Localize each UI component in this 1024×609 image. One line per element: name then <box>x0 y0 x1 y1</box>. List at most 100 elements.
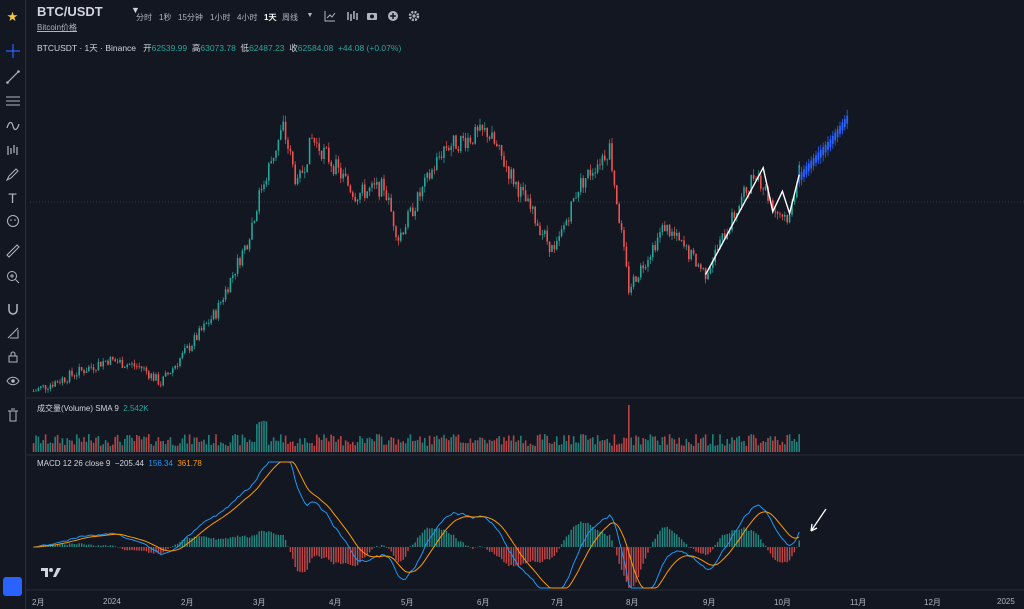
macd-hist-bar <box>685 543 688 547</box>
volume-bar <box>349 444 352 452</box>
macd-hist-bar <box>630 547 632 588</box>
volume-bar <box>414 440 416 452</box>
macd-hist-bar <box>529 547 532 562</box>
macd-hist-bar <box>474 546 476 548</box>
volume-bar <box>426 445 428 452</box>
macd-hist-bar <box>277 534 280 547</box>
volume-bar <box>42 440 44 452</box>
candle-body <box>44 385 47 390</box>
candle-body <box>222 299 224 303</box>
candle-body <box>392 211 395 227</box>
macd-hist-bar <box>335 547 337 563</box>
macd-hist-bar <box>145 547 148 552</box>
candle-body <box>508 166 510 179</box>
candle-body <box>215 310 217 319</box>
x-tick-label: 7月 <box>551 598 564 607</box>
volume-bar <box>32 443 35 452</box>
tradingview-logo[interactable] <box>40 565 62 581</box>
macd-hist-bar <box>263 531 265 547</box>
macd-hist-bar <box>373 547 376 548</box>
candle-body <box>428 172 431 179</box>
volume-bar <box>635 435 637 452</box>
projection-body <box>839 125 841 134</box>
macd-hist-bar <box>510 547 512 565</box>
macd-hist-bar <box>788 547 791 561</box>
candle-body <box>476 126 479 131</box>
volume-bar <box>169 437 172 452</box>
volume-bar <box>385 444 388 452</box>
volume-bar <box>568 435 570 452</box>
volume-bar <box>445 438 448 452</box>
volume-bar <box>35 435 37 452</box>
candle-body <box>239 258 241 266</box>
volume-bar <box>772 440 774 452</box>
macd-hist-bar <box>210 538 212 547</box>
volume-bar <box>577 442 580 452</box>
macd-hist-bar <box>114 546 116 547</box>
volume-bar <box>541 439 544 452</box>
candle-body <box>774 211 776 213</box>
volume-bar <box>335 441 337 452</box>
volume-bar <box>193 437 196 452</box>
candle-body <box>412 207 414 217</box>
macd-hist-bar <box>133 547 136 551</box>
volume-bar <box>517 440 520 452</box>
volume-bar <box>318 437 320 452</box>
macd-hist-bar <box>400 547 402 562</box>
volume-bar <box>188 434 191 452</box>
volume-bar <box>328 441 330 452</box>
volume-bar <box>460 442 462 452</box>
candle-body <box>64 377 66 382</box>
candle-body <box>265 180 268 185</box>
candle-body <box>54 381 56 387</box>
macd-hist-bar <box>138 547 140 551</box>
macd-hist-bar <box>532 547 534 561</box>
macd-hist-bar <box>95 546 97 547</box>
volume-bar <box>268 444 270 452</box>
macd-hist-bar <box>392 547 395 556</box>
macd-hist-bar <box>740 528 743 547</box>
volume-bar <box>198 441 200 452</box>
macd-hist-bar <box>366 547 368 556</box>
volume-bar <box>544 434 546 452</box>
volume-bar <box>83 437 85 452</box>
projection-body <box>836 129 839 138</box>
macd-hist-bar <box>748 530 750 547</box>
volume-bar <box>683 445 685 452</box>
macd-hist-bar <box>275 534 277 547</box>
macd-hist-bar <box>424 529 426 547</box>
volume-bar <box>80 441 83 452</box>
macd-hist-bar <box>448 533 450 547</box>
volume-bar <box>620 443 623 452</box>
candle-body <box>311 137 313 139</box>
volume-bar <box>376 434 378 452</box>
candle-body <box>433 169 436 171</box>
macd-hist-bar <box>414 542 416 547</box>
candle-body <box>556 240 558 250</box>
arrow-annotation[interactable] <box>810 508 827 532</box>
drawn-zigzag-line[interactable] <box>704 165 800 275</box>
macd-hist-bar <box>498 547 500 557</box>
volume-bar <box>736 437 738 452</box>
volume-bar <box>767 438 769 452</box>
volume-bar <box>563 435 565 452</box>
volume-bar <box>676 443 678 452</box>
macd-hist-bar <box>119 547 121 548</box>
candle-body <box>486 128 488 137</box>
volume-bar <box>107 442 109 452</box>
macd-hist-bar <box>364 547 366 558</box>
volume-bar <box>707 445 709 452</box>
candle-body <box>169 372 172 375</box>
macd-hist-bar <box>460 541 462 547</box>
candle-body <box>253 221 256 223</box>
macd-hist-bar <box>284 540 287 547</box>
candle-body <box>337 159 340 168</box>
volume-bar <box>448 440 450 452</box>
volume-bar <box>66 438 68 452</box>
x-tick-label: 3月 <box>253 598 266 607</box>
volume-bar <box>160 441 162 452</box>
macd-hist-bar <box>246 537 248 547</box>
volume-bar <box>412 440 414 452</box>
chart-canvas[interactable] <box>0 0 1024 609</box>
macd-hist-bar <box>472 547 474 549</box>
